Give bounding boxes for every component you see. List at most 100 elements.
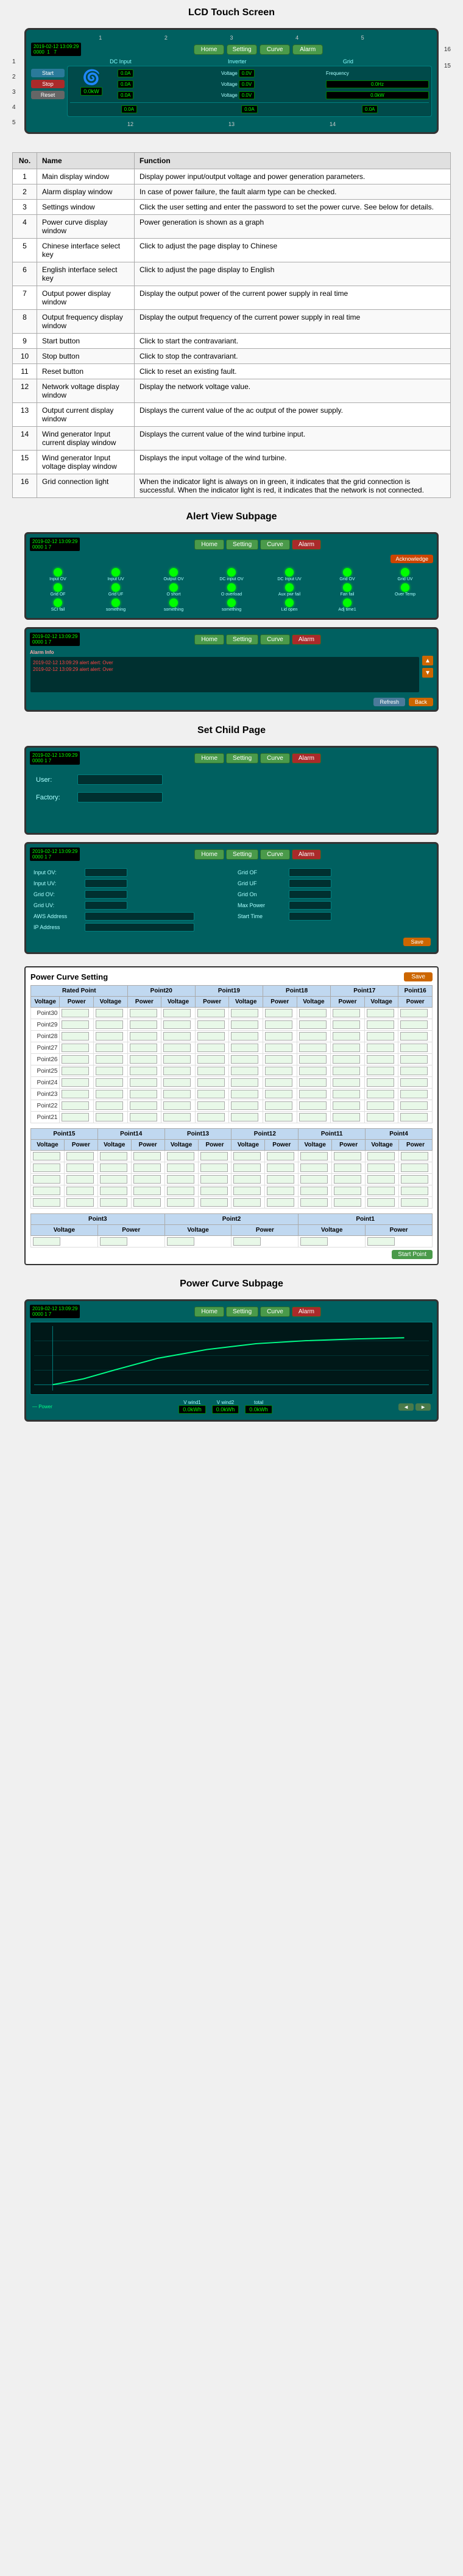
lcd-home-btn[interactable]: Home — [194, 44, 224, 55]
curve-v-9[interactable] — [62, 1113, 89, 1121]
curve-p2-5[interactable] — [163, 1067, 191, 1075]
c2-p2-3[interactable] — [133, 1187, 161, 1195]
settings-curve-btn[interactable]: Curve — [260, 849, 290, 860]
c2-v6-1[interactable] — [367, 1163, 395, 1172]
curve-p5-1[interactable] — [367, 1020, 394, 1029]
curve-p4-2[interactable] — [299, 1032, 327, 1041]
curve-v3-4[interactable] — [197, 1055, 225, 1064]
curve-p2-4[interactable] — [163, 1055, 191, 1064]
c2-p1-4[interactable] — [66, 1198, 94, 1207]
c2-v6-2[interactable] — [367, 1175, 395, 1184]
curve-p-7[interactable] — [96, 1090, 123, 1098]
c2-p5-4[interactable] — [334, 1198, 361, 1207]
c2-v2-2[interactable] — [100, 1175, 127, 1184]
start-time-input[interactable] — [289, 912, 331, 921]
c2-p4-2[interactable] — [267, 1175, 294, 1184]
c2-p5-3[interactable] — [334, 1187, 361, 1195]
c2-p3-3[interactable] — [200, 1187, 228, 1195]
curve-p-9[interactable] — [96, 1113, 123, 1121]
c2-v5-4[interactable] — [300, 1198, 328, 1207]
settings-setting-btn[interactable]: Setting — [226, 849, 258, 860]
curve-p5-3[interactable] — [367, 1044, 394, 1052]
curve-p3-5[interactable] — [231, 1067, 258, 1075]
curve-p2-6[interactable] — [163, 1078, 191, 1087]
c2-p5-0[interactable] — [334, 1152, 361, 1160]
grid-ov-input[interactable] — [85, 890, 127, 899]
point3-p[interactable] — [100, 1237, 127, 1246]
curve-sub-alarm-btn[interactable]: Alarm — [292, 1307, 321, 1317]
curve-v3-0[interactable] — [197, 1009, 225, 1017]
curve-p-4[interactable] — [96, 1055, 123, 1064]
c2-p4-4[interactable] — [267, 1198, 294, 1207]
curve-v3-3[interactable] — [197, 1044, 225, 1052]
curve-p2-0[interactable] — [163, 1009, 191, 1017]
c2-p4-1[interactable] — [267, 1163, 294, 1172]
c2-p2-4[interactable] — [133, 1198, 161, 1207]
curve-v-5[interactable] — [62, 1067, 89, 1075]
curve-p4-7[interactable] — [299, 1090, 327, 1098]
curve-p5-6[interactable] — [367, 1078, 394, 1087]
curve-v6-4[interactable] — [400, 1055, 428, 1064]
curve-v4-7[interactable] — [265, 1090, 292, 1098]
curve-p2-8[interactable] — [163, 1101, 191, 1110]
curve-v5-9[interactable] — [333, 1113, 360, 1121]
input-ov-input[interactable] — [85, 868, 127, 877]
c2-v4-0[interactable] — [233, 1152, 261, 1160]
c2-p2-2[interactable] — [133, 1175, 161, 1184]
curve-v3-2[interactable] — [197, 1032, 225, 1041]
curve-p4-4[interactable] — [299, 1055, 327, 1064]
curve-v-2[interactable] — [62, 1032, 89, 1041]
alert-log-setting-btn[interactable]: Setting — [226, 634, 258, 645]
c2-p1-0[interactable] — [66, 1152, 94, 1160]
curve-v5-7[interactable] — [333, 1090, 360, 1098]
curve-v4-1[interactable] — [265, 1020, 292, 1029]
c2-v1-1[interactable] — [33, 1163, 60, 1172]
curve-p4-0[interactable] — [299, 1009, 327, 1017]
curve-v6-1[interactable] — [400, 1020, 428, 1029]
curve-p4-6[interactable] — [299, 1078, 327, 1087]
curve-v-7[interactable] — [62, 1090, 89, 1098]
curve-v3-5[interactable] — [197, 1067, 225, 1075]
c2-v4-2[interactable] — [233, 1175, 261, 1184]
acknowledge-btn[interactable]: Acknowledge — [391, 555, 433, 563]
c2-p5-1[interactable] — [334, 1163, 361, 1172]
c2-p6-1[interactable] — [401, 1163, 428, 1172]
curve-p-3[interactable] — [96, 1044, 123, 1052]
c2-v4-1[interactable] — [233, 1163, 261, 1172]
point2-p[interactable] — [233, 1237, 261, 1246]
curve-p2-7[interactable] — [163, 1090, 191, 1098]
c2-p3-4[interactable] — [200, 1198, 228, 1207]
alert-log-curve-btn[interactable]: Curve — [260, 634, 290, 645]
c2-v6-4[interactable] — [367, 1198, 395, 1207]
set-setting-btn[interactable]: Setting — [226, 753, 258, 763]
curve-p4-9[interactable] — [299, 1113, 327, 1121]
arrow-up[interactable]: ▲ — [422, 656, 433, 665]
curve-save-btn[interactable]: Save — [404, 972, 433, 981]
settings-home-btn[interactable]: Home — [194, 849, 224, 860]
curve-v5-6[interactable] — [333, 1078, 360, 1087]
curve-p3-8[interactable] — [231, 1101, 258, 1110]
curve-p-5[interactable] — [96, 1067, 123, 1075]
factory-input[interactable] — [77, 792, 163, 802]
curve-v-8[interactable] — [62, 1101, 89, 1110]
curve-p5-4[interactable] — [367, 1055, 394, 1064]
curve-v3-7[interactable] — [197, 1090, 225, 1098]
curve-v6-5[interactable] — [400, 1067, 428, 1075]
c2-v3-3[interactable] — [167, 1187, 194, 1195]
curve-p4-3[interactable] — [299, 1044, 327, 1052]
c2-p4-3[interactable] — [267, 1187, 294, 1195]
back-btn[interactable]: Back — [409, 698, 433, 706]
arrow-down[interactable]: ▼ — [422, 668, 433, 678]
c2-v1-4[interactable] — [33, 1198, 60, 1207]
point3-v[interactable] — [33, 1237, 60, 1246]
curve-v-1[interactable] — [62, 1020, 89, 1029]
c2-v3-0[interactable] — [167, 1152, 194, 1160]
ip-address-input[interactable] — [85, 923, 194, 932]
curve-p3-1[interactable] — [231, 1020, 258, 1029]
curve-p5-2[interactable] — [367, 1032, 394, 1041]
curve-v2-3[interactable] — [130, 1044, 157, 1052]
settings-alarm-btn[interactable]: Alarm — [292, 849, 321, 860]
curve-p3-2[interactable] — [231, 1032, 258, 1041]
c2-p2-0[interactable] — [133, 1152, 161, 1160]
curve-v5-8[interactable] — [333, 1101, 360, 1110]
